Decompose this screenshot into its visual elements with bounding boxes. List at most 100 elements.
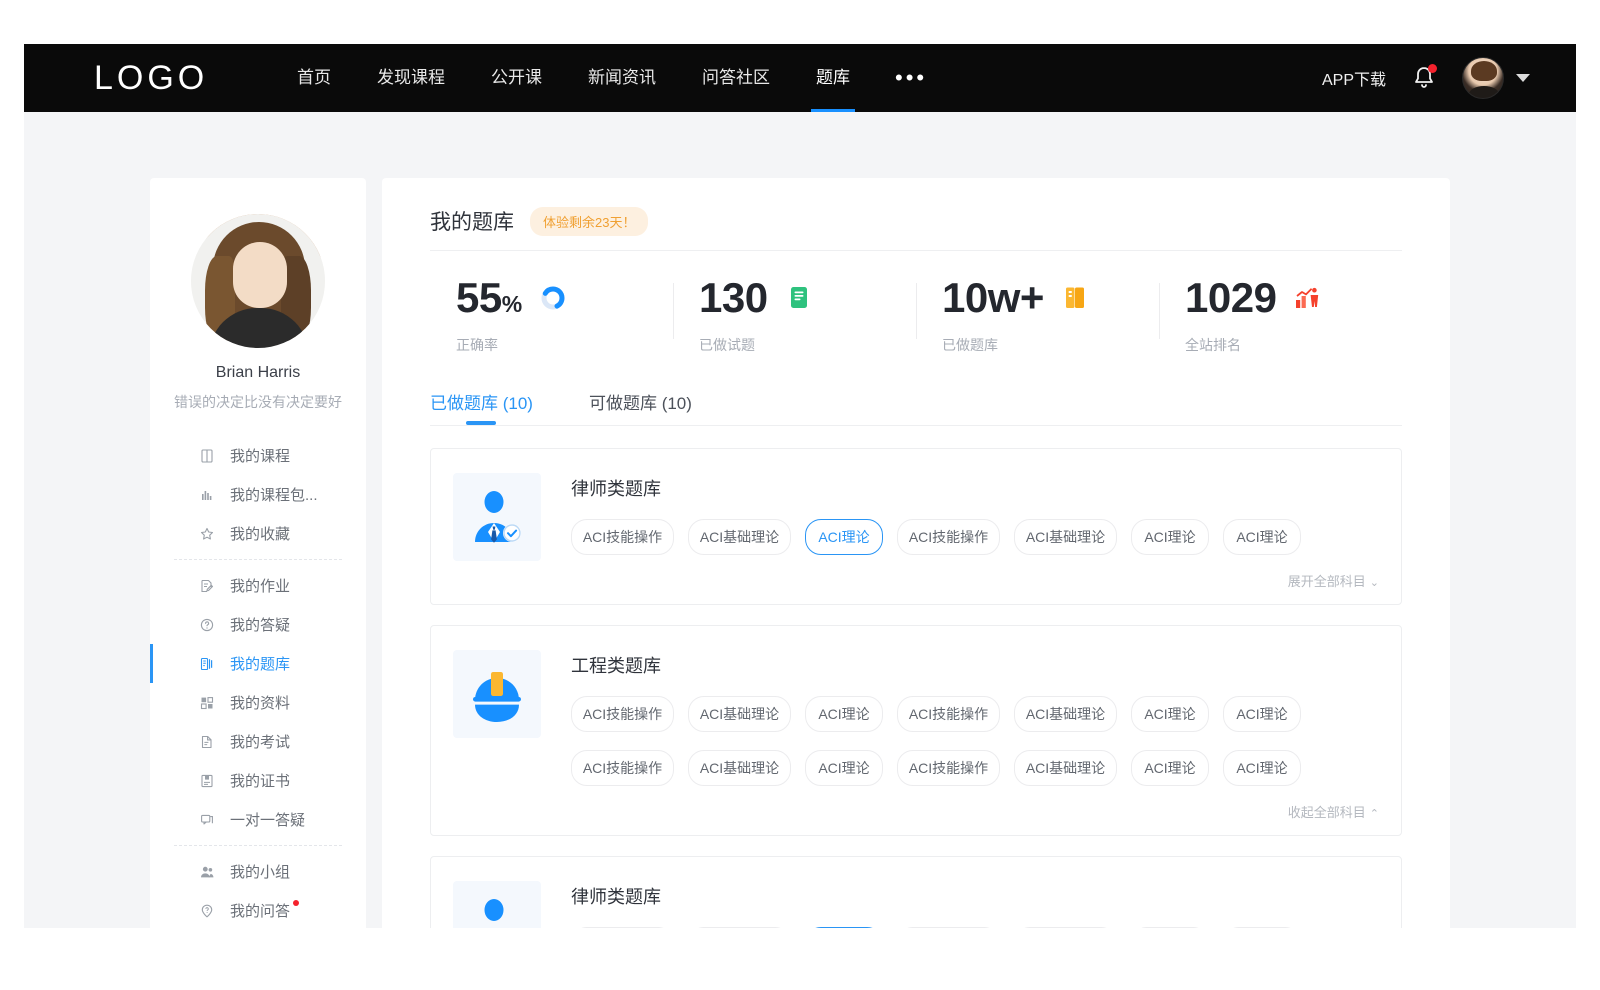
card-body: 工程类题库 ACI技能操作ACI基础理论ACI理论ACI技能操作ACI基础理论A… bbox=[571, 650, 1379, 821]
question-bank-card[interactable]: 工程类题库 ACI技能操作ACI基础理论ACI理论ACI技能操作ACI基础理论A… bbox=[430, 625, 1402, 836]
stat-value: 10w+ bbox=[942, 277, 1044, 319]
stat-label: 全站排名 bbox=[1185, 335, 1402, 355]
sidebar-item-6[interactable]: 我的题库 bbox=[164, 644, 352, 683]
subject-tag[interactable]: ACI基础理论 bbox=[1014, 750, 1117, 786]
toggle-subjects-button[interactable]: 展开全部科目⌄ bbox=[571, 571, 1379, 590]
stat-card-1: 55% 正确率 bbox=[430, 277, 673, 355]
notification-badge-dot bbox=[1428, 64, 1437, 73]
sidebar-item-label: 我的课程 bbox=[230, 445, 290, 466]
subject-tag[interactable]: ACI理论 bbox=[1131, 927, 1209, 928]
sidebar-item-2[interactable]: 我的课程包... bbox=[164, 475, 352, 514]
question-bank-icon bbox=[196, 656, 218, 672]
subject-tag[interactable]: ACI技能操作 bbox=[897, 519, 1000, 555]
stat-label: 已做试题 bbox=[699, 335, 916, 355]
subject-tag[interactable]: ACI技能操作 bbox=[897, 750, 1000, 786]
subject-tag-row: ACI技能操作 ACI基础理论 ACI理论 ACI技能操作 ACI基础理论 ACI理论 AC… bbox=[571, 750, 1379, 786]
stat-value: 55% bbox=[456, 277, 522, 319]
nav-more-icon[interactable]: ••• bbox=[873, 67, 949, 89]
subject-tag[interactable]: ACI理论 bbox=[1223, 519, 1301, 555]
subject-tag[interactable]: ACI技能操作 bbox=[571, 750, 674, 786]
subject-tag[interactable]: ACI理论 bbox=[1223, 927, 1301, 928]
subject-tag[interactable]: ACI技能操作 bbox=[571, 519, 674, 555]
card-title: 工程类题库 bbox=[571, 652, 1379, 678]
subject-tag[interactable]: ACI理论 bbox=[1223, 696, 1301, 732]
body-area: Brian Harris 错误的决定比没有决定要好 我的课程我的课程包...我的… bbox=[24, 112, 1576, 928]
nav-item-3[interactable]: 公开课 bbox=[468, 44, 565, 112]
question-bank-card[interactable]: 律师类题库 ACI技能操作 ACI基础理论 ACI理论 ACI技能操作 ACI基础理论 A… bbox=[430, 448, 1402, 605]
sidebar-item-11[interactable]: 我的小组 bbox=[164, 852, 352, 891]
stat-label: 已做题库 bbox=[942, 335, 1159, 355]
notification-bell-icon[interactable] bbox=[1412, 65, 1436, 91]
group-icon bbox=[196, 864, 218, 880]
sidebar-item-4[interactable]: 我的作业 bbox=[164, 566, 352, 605]
subject-tag[interactable]: ACI理论 bbox=[1131, 519, 1209, 555]
subject-tag[interactable]: ACI技能操作 bbox=[571, 696, 674, 732]
header-divider bbox=[430, 250, 1402, 251]
card-body: 律师类题库 ACI技能操作 ACI基础理论 ACI理论 ACI技能操作 ACI基础理论 A… bbox=[571, 473, 1379, 590]
lawyer-icon bbox=[453, 881, 541, 928]
app-page: LOGO 首页发现课程公开课新闻资讯问答社区题库 ••• APP下载 bbox=[24, 44, 1576, 928]
question-circle-icon bbox=[196, 617, 218, 633]
subject-tag[interactable]: ACI基础理论 bbox=[688, 519, 791, 555]
subject-tag[interactable]: ACI理论 bbox=[1223, 750, 1301, 786]
subject-tag[interactable]: ACI基础理论 bbox=[688, 696, 791, 732]
nav-item-1[interactable]: 首页 bbox=[274, 44, 354, 112]
sidebar-item-7[interactable]: 我的资料 bbox=[164, 683, 352, 722]
sidebar-item-3[interactable]: 我的收藏 bbox=[164, 514, 352, 553]
sidebar-item-label: 我的答疑 bbox=[230, 614, 290, 635]
subject-tag[interactable]: ACI理论 bbox=[1131, 696, 1209, 732]
one-to-one-icon bbox=[196, 812, 218, 828]
sidebar-item-label: 我的证书 bbox=[230, 770, 290, 791]
subject-tag[interactable]: ACI理论 bbox=[1131, 750, 1209, 786]
sidebar-item-9[interactable]: 我的证书 bbox=[164, 761, 352, 800]
chevron-down-icon[interactable] bbox=[1516, 74, 1530, 82]
yellow-book-icon bbox=[1062, 285, 1088, 311]
app-download-link[interactable]: APP下载 bbox=[1322, 66, 1386, 90]
chart-bars-icon bbox=[196, 487, 218, 503]
card-body: 律师类题库 ACI技能操作 ACI基础理论 ACI理论 ACI技能操作 ACI基础理论 A… bbox=[571, 881, 1379, 928]
sidebar-item-label: 我的考试 bbox=[230, 731, 290, 752]
subject-tag[interactable]: ACI基础理论 bbox=[688, 750, 791, 786]
subject-tag[interactable]: ACI技能操作 bbox=[571, 927, 674, 928]
sidebar-item-5[interactable]: 我的答疑 bbox=[164, 605, 352, 644]
subject-tag[interactable]: ACI基础理论 bbox=[688, 927, 791, 928]
card-title: 律师类题库 bbox=[571, 883, 1379, 909]
subject-tag[interactable]: ACI技能操作 bbox=[897, 696, 1000, 732]
sidebar-item-12[interactable]: 我的问答 bbox=[164, 891, 352, 928]
homework-icon bbox=[196, 578, 218, 594]
stat-value: 130 bbox=[699, 277, 768, 319]
subject-tag-row: ACI技能操作 ACI基础理论 ACI理论 ACI技能操作 ACI基础理论 ACI理论 AC… bbox=[571, 696, 1379, 732]
question-bank-card[interactable]: 律师类题库 ACI技能操作 ACI基础理论 ACI理论 ACI技能操作 ACI基础理论 A… bbox=[430, 856, 1402, 928]
rank-chart-icon bbox=[1294, 285, 1320, 311]
helmet-icon bbox=[453, 650, 541, 738]
top-right-group: APP下载 bbox=[1322, 57, 1530, 99]
card-title: 律师类题库 bbox=[571, 475, 1379, 501]
sidebar-divider bbox=[174, 845, 342, 846]
subject-tag[interactable]: ACI理论 bbox=[805, 750, 883, 786]
subject-tag[interactable]: ACI基础理论 bbox=[1014, 927, 1117, 928]
subject-tag[interactable]: ACI基础理论 bbox=[1014, 519, 1117, 555]
sidebar-menu: 我的课程我的课程包...我的收藏我的作业我的答疑我的题库我的资料我的考试我的证书… bbox=[150, 436, 366, 928]
nav-item-6[interactable]: 题库 bbox=[793, 44, 873, 112]
sidebar-item-8[interactable]: 我的考试 bbox=[164, 722, 352, 761]
nav-item-5[interactable]: 问答社区 bbox=[679, 44, 793, 112]
nav-item-2[interactable]: 发现课程 bbox=[354, 44, 468, 112]
sidebar-item-1[interactable]: 我的课程 bbox=[164, 436, 352, 475]
main-header: 我的题库 体验剩余23天！ bbox=[382, 178, 1450, 236]
subject-tag[interactable]: ACI技能操作 bbox=[897, 927, 1000, 928]
main-nav-items: 首页发现课程公开课新闻资讯问答社区题库 bbox=[274, 44, 873, 112]
book-icon bbox=[196, 448, 218, 464]
stat-card-3: 10w+ 已做题库 bbox=[916, 277, 1159, 355]
subject-tag[interactable]: ACI理论 bbox=[805, 927, 883, 928]
tab-1[interactable]: 已做题库 (10) bbox=[430, 389, 533, 425]
nav-item-4[interactable]: 新闻资讯 bbox=[565, 44, 679, 112]
stat-card-4: 1029 全站排名 bbox=[1159, 277, 1402, 355]
subject-tag[interactable]: ACI理论 bbox=[805, 519, 883, 555]
sidebar-item-10[interactable]: 一对一答疑 bbox=[164, 800, 352, 839]
user-menu[interactable] bbox=[1462, 57, 1530, 99]
tab-2[interactable]: 可做题库 (10) bbox=[589, 389, 692, 425]
subject-tag[interactable]: ACI理论 bbox=[805, 696, 883, 732]
subject-tag[interactable]: ACI基础理论 bbox=[1014, 696, 1117, 732]
toggle-subjects-button[interactable]: 收起全部科目⌃ bbox=[571, 802, 1379, 821]
site-logo[interactable]: LOGO bbox=[94, 59, 244, 98]
